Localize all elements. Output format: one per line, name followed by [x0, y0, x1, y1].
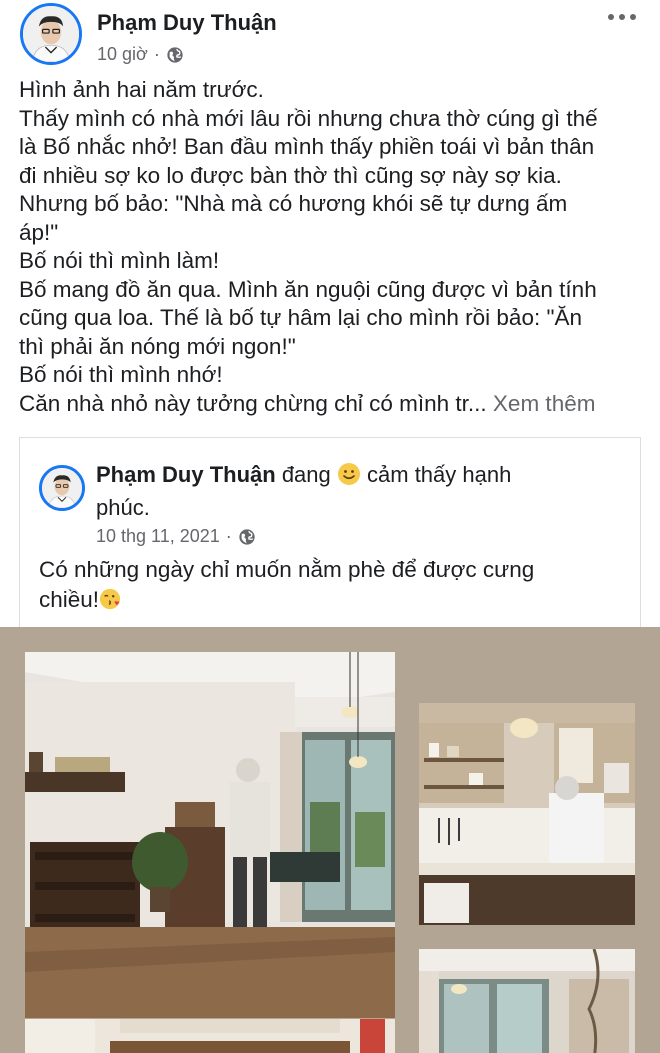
post-header: Phạm Duy Thuận 10 giờ ·	[0, 0, 660, 70]
post-meta: 10 giờ ·	[97, 44, 184, 65]
photo-grid	[0, 627, 660, 1053]
post-text-line: đi nhiều sợ ko lo được bàn thờ thì cũng …	[19, 162, 562, 188]
shared-post-card[interactable]: Phạm Duy Thuận đang cảm thấy hạnh phúc. …	[19, 437, 641, 637]
post-text-line: Nhưng bố bảo: "Nhà mà có hương khói sẽ t…	[19, 191, 568, 216]
post-text-line: là Bố nhắc nhở! Ban đầu mình thấy phiền …	[19, 134, 595, 159]
living-room-image	[25, 652, 395, 1018]
photo-altar[interactable]	[25, 1019, 395, 1053]
shared-date[interactable]: 10 thg 11, 2021	[96, 526, 220, 547]
meta-separator: ·	[153, 44, 160, 64]
post-body: Hình ảnh hai năm trước. Thấy mình có nhà…	[19, 76, 644, 418]
globe-icon[interactable]	[166, 46, 184, 64]
feeling-text-continued: phúc.	[96, 495, 150, 520]
shared-text-line: chiều!	[39, 587, 100, 612]
truncated-text: Căn nhà nhỏ này tưởng chừng chỉ có mình …	[19, 390, 487, 416]
kitchen-image	[419, 703, 635, 925]
avatar-image	[42, 468, 82, 508]
meta-separator: ·	[225, 526, 232, 546]
shared-author-avatar[interactable]	[39, 465, 85, 511]
photo-window[interactable]	[419, 949, 635, 1053]
window-image	[419, 949, 635, 1053]
author-avatar[interactable]	[20, 3, 82, 65]
post-author-name[interactable]: Phạm Duy Thuận	[97, 10, 277, 36]
shared-author-line: Phạm Duy Thuận đang cảm thấy hạnh phúc.	[96, 458, 616, 524]
post-text-line: Bố mang đồ ăn qua. Mình ăn nguội cũng đư…	[19, 276, 597, 302]
shared-meta: 10 thg 11, 2021 ·	[96, 526, 256, 547]
post-text-line: cũng qua loa. Thế là bố tự hâm lại cho m…	[19, 305, 582, 330]
post-text-line: áp!"	[19, 219, 59, 245]
post-text-line: Bố nói thì mình làm!	[19, 248, 220, 273]
face-blowing-kiss-emoji	[99, 588, 121, 610]
photo-kitchen[interactable]	[419, 703, 635, 925]
feeling-text[interactable]: cảm thấy hạnh	[367, 462, 511, 487]
altar-image	[25, 1019, 395, 1053]
see-more-link[interactable]: Xem thêm	[493, 391, 596, 416]
smiling-face-emoji	[337, 463, 360, 485]
globe-icon[interactable]	[238, 528, 256, 546]
photo-living-room[interactable]	[25, 652, 395, 1018]
feeling-prefix: đang	[281, 462, 331, 487]
post-text-line: Bố nói thì mình nhớ!	[19, 362, 223, 387]
post-timestamp[interactable]: 10 giờ	[97, 44, 148, 65]
more-horizontal-icon[interactable]	[608, 14, 636, 20]
post-text-line: Thấy mình có nhà mới lâu rồi nhưng chưa …	[19, 105, 598, 131]
post-text-line: Hình ảnh hai năm trước.	[19, 77, 264, 102]
shared-author-name[interactable]: Phạm Duy Thuận	[96, 462, 276, 487]
shared-post-text: Có những ngày chỉ muốn nằm phè để được c…	[39, 555, 619, 615]
shared-text-line: Có những ngày chỉ muốn nằm phè để được c…	[39, 557, 535, 582]
avatar-image	[23, 6, 79, 62]
post-text-last-line: Căn nhà nhỏ này tưởng chừng chỉ có mình …	[19, 390, 644, 419]
post-text-line: thì phải ăn nóng mới ngon!"	[19, 333, 296, 359]
